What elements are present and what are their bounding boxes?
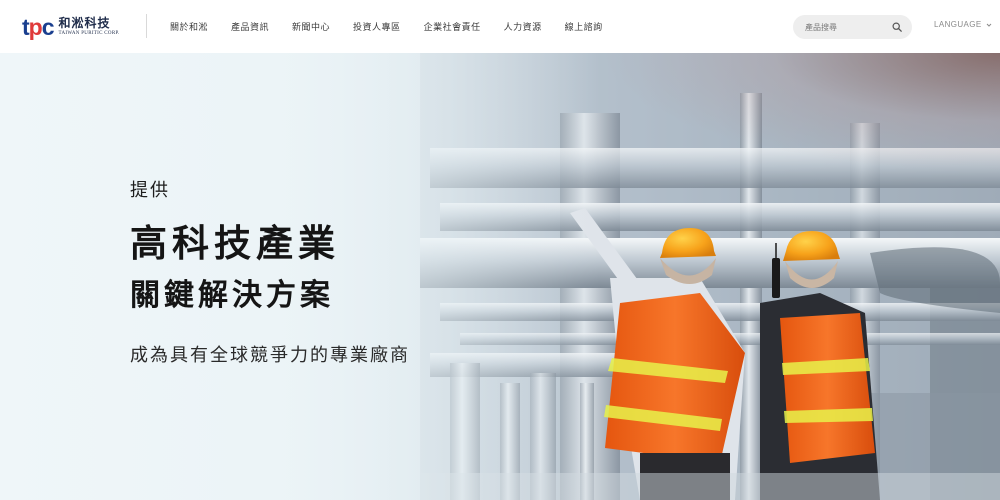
logo-mark: tpc [22, 13, 55, 40]
nav-item-products[interactable]: 產品資訊 [231, 20, 269, 33]
hero-banner: 提供 高科技產業 關鍵解決方案 成為具有全球競爭力的專業廠商 [0, 53, 1000, 500]
logo-mark-t: t [22, 13, 30, 40]
logo-name-zh: 和淞科技 [58, 16, 111, 30]
nav-item-investors[interactable]: 投資人專區 [353, 20, 401, 33]
hero-title-line2: 關鍵解決方案 [130, 278, 334, 313]
company-logo[interactable]: tpc 和淞科技 TAIWAN PURITIC CORP. [22, 12, 120, 42]
chevron-down-icon [986, 23, 992, 27]
search-box [793, 15, 912, 39]
nav-item-contact[interactable]: 線上諮詢 [565, 20, 603, 33]
hero-subtitle: 成為具有全球競爭力的專業廠商 [130, 345, 410, 366]
nav-item-news[interactable]: 新聞中心 [292, 20, 330, 33]
search-icon[interactable] [892, 22, 902, 32]
language-label: LANGUAGE [934, 20, 982, 29]
main-nav: 關於和淞 產品資訊 新聞中心 投資人專區 企業社會責任 人力資源 線上諮詢 [170, 0, 626, 53]
hero-kicker: 提供 [130, 180, 170, 201]
header-divider [146, 14, 147, 38]
logo-text: 和淞科技 TAIWAN PURITIC CORP. [59, 17, 120, 37]
search-input[interactable] [805, 22, 895, 32]
hero-title-line1: 高科技產業 [130, 222, 340, 265]
site-header: tpc 和淞科技 TAIWAN PURITIC CORP. 關於和淞 產品資訊 … [0, 0, 1000, 53]
nav-item-csr[interactable]: 企業社會責任 [424, 20, 481, 33]
nav-item-careers[interactable]: 人力資源 [504, 20, 542, 33]
logo-mark-c: c [41, 13, 55, 40]
nav-item-about[interactable]: 關於和淞 [170, 20, 208, 33]
logo-mark-p: p [28, 13, 43, 40]
language-selector[interactable]: LANGUAGE [934, 20, 992, 29]
logo-name-en: TAIWAN PURITIC CORP. [58, 31, 120, 36]
